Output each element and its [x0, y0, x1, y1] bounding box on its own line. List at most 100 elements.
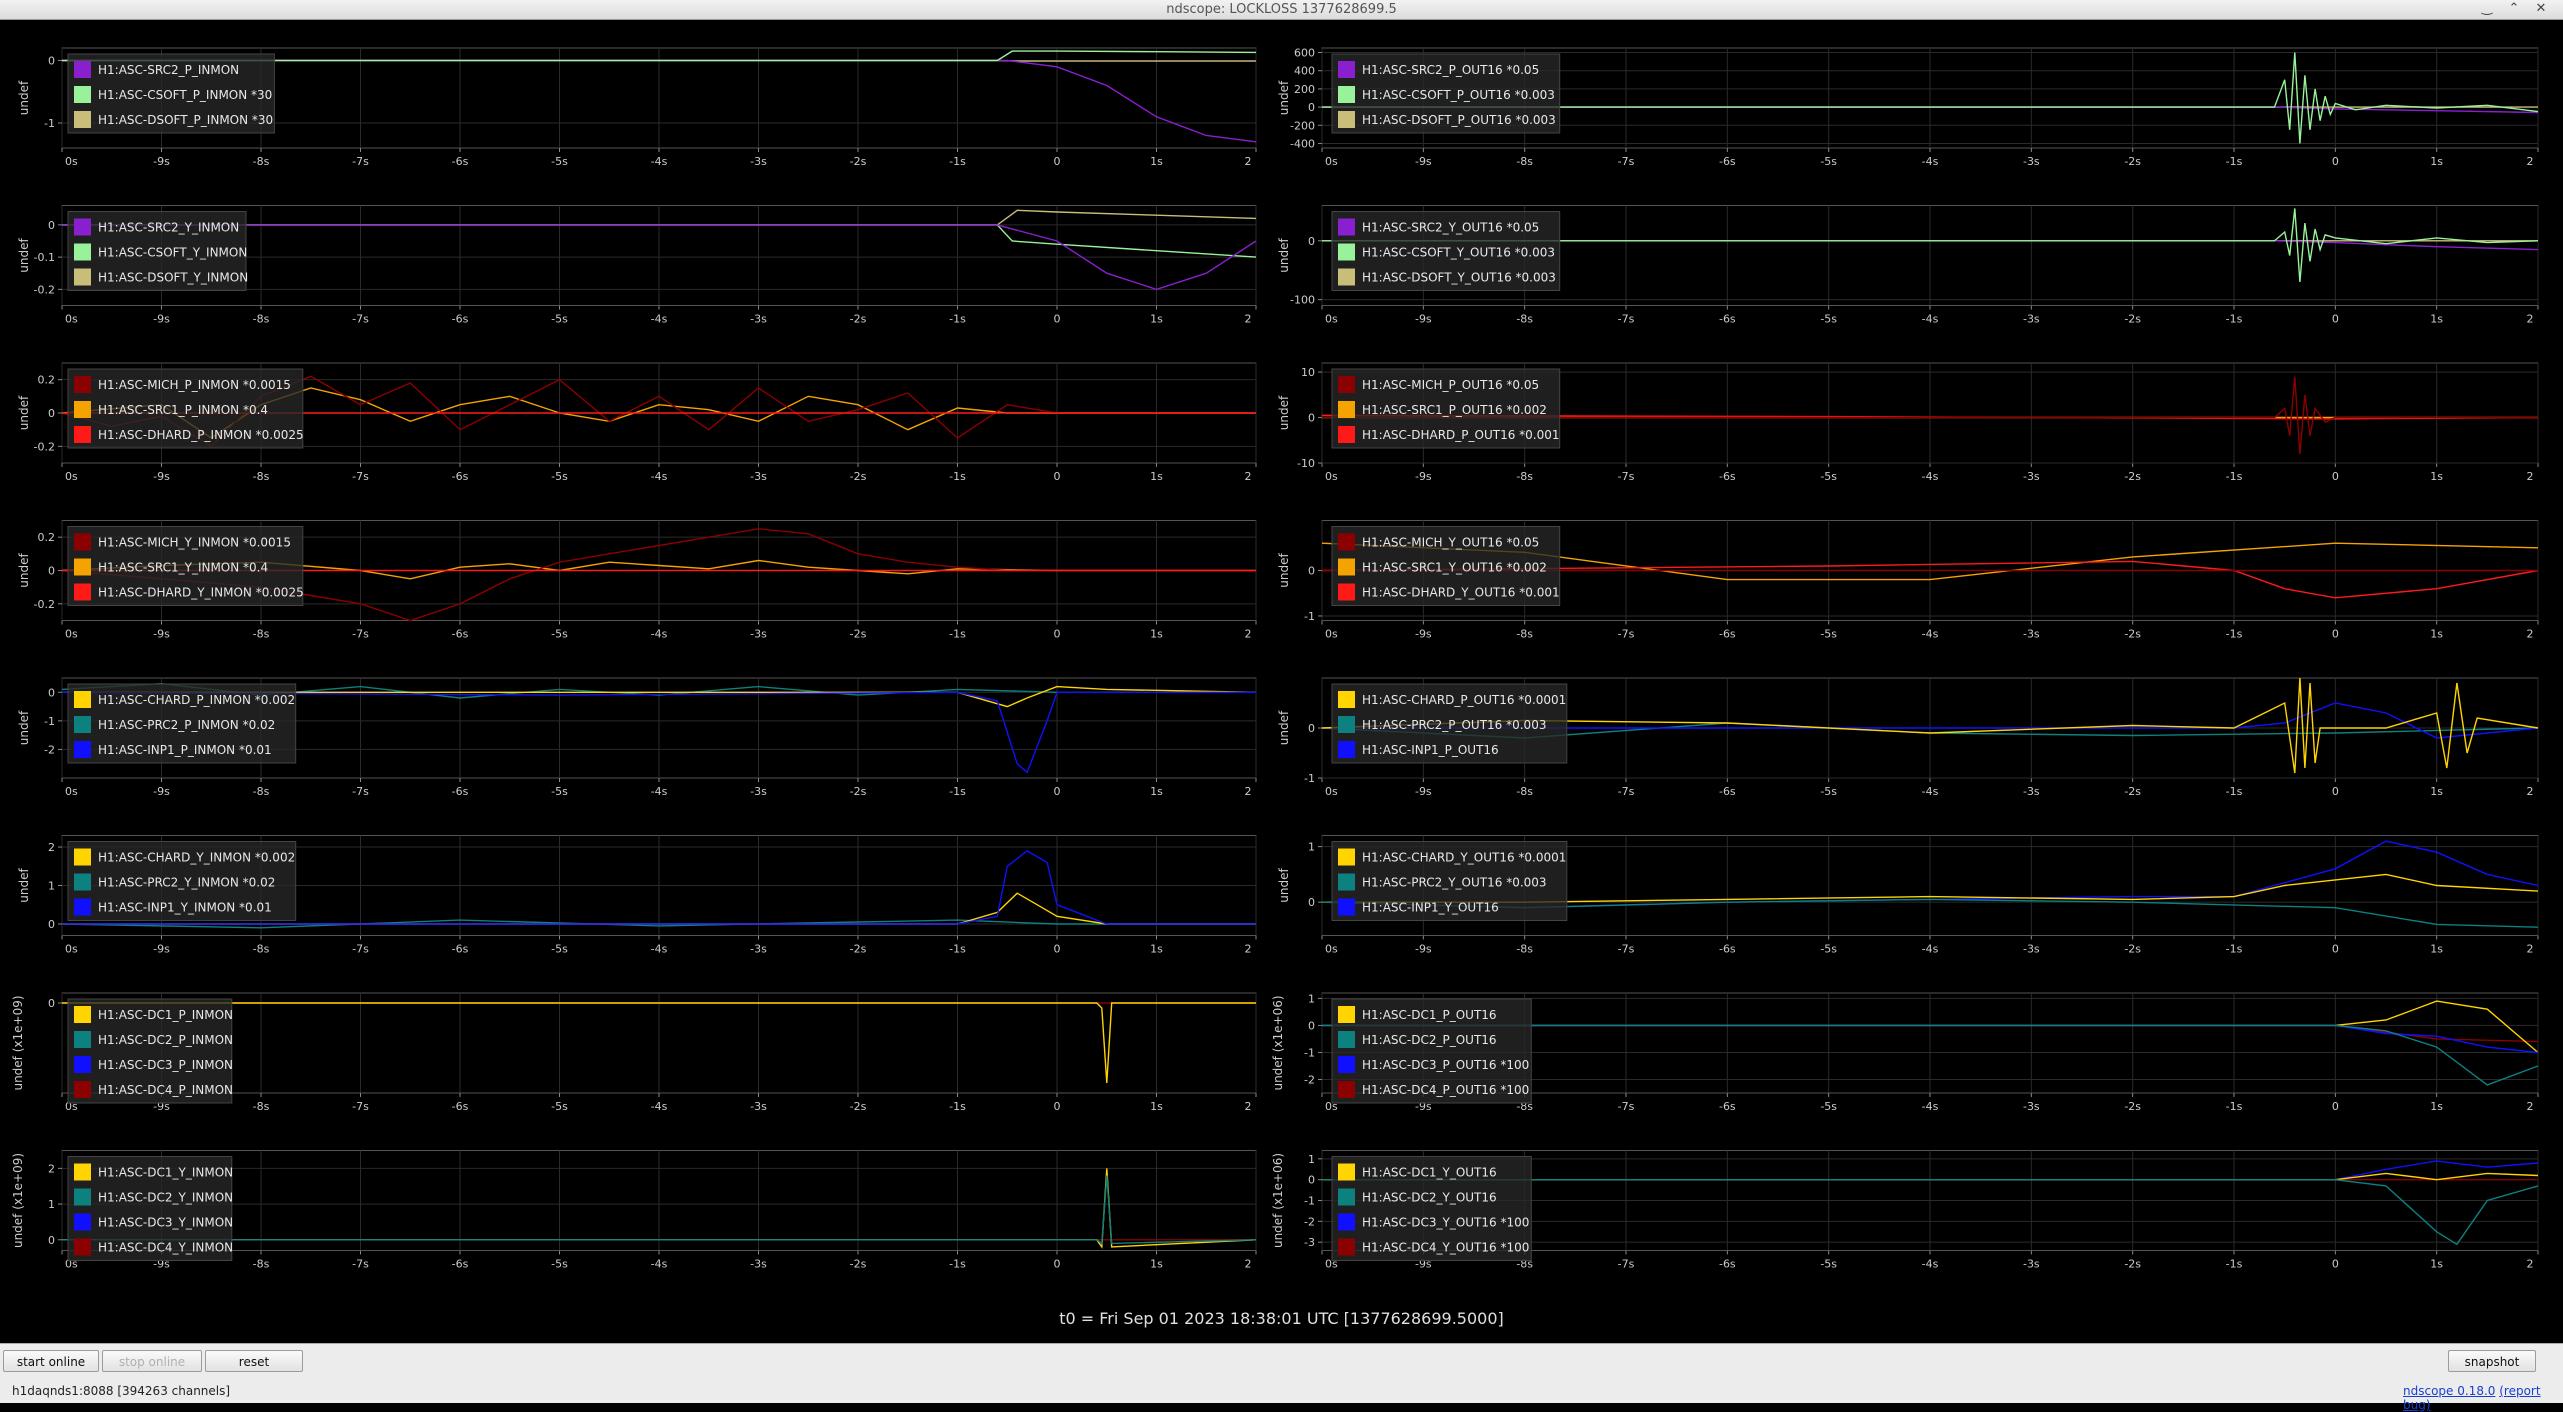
legend-swatch [74, 533, 91, 551]
y-axis-label: undef [1277, 868, 1291, 903]
x-tick-label: 1s [2430, 1100, 2443, 1113]
x-tick-label: 1s [1150, 155, 1163, 168]
x-tick-label: -5s [551, 1100, 568, 1113]
x-tick-label: -1s [2226, 470, 2243, 483]
x-tick-label: -8s [1516, 628, 1533, 641]
x-tick-label: 2 [1245, 313, 1252, 326]
close-icon[interactable]: ✕ [2532, 1, 2550, 17]
x-tick-label: -8s [1516, 943, 1533, 956]
legend-entry: H1:ASC-DSOFT_Y_INMON [98, 271, 248, 285]
x-tick-label: -2s [850, 785, 867, 798]
reset-button[interactable]: reset [205, 1350, 303, 1372]
legend-entry: H1:ASC-SRC2_P_OUT16 *0.05 [1362, 63, 1539, 77]
x-tick-label: -4s [651, 1100, 668, 1113]
scope-panel-5: 0s -9s -8s -7s -6s -5s -4s -3s -2s -1s 0 1s 2 10 0 -10 u… [1277, 362, 2539, 483]
y-tick-label: 0 [48, 55, 55, 68]
x-tick-label: 0 [2332, 785, 2339, 798]
x-tick-label: 0s [1325, 628, 1338, 641]
x-tick-label: -9s [153, 155, 170, 168]
y-axis-label: undef [17, 80, 31, 115]
plot-grid[interactable]: 0s -9s -8s -7s -6s -5s -4s -3s -2s -1s 0 1s 2 0 -1 unde… [0, 20, 2563, 1315]
x-tick-label: -6s [1719, 785, 1736, 798]
x-tick-label: -9s [1415, 628, 1432, 641]
x-tick-label: -3s [2023, 1100, 2040, 1113]
x-tick-label: 2 [2527, 785, 2534, 798]
x-tick-label: 2 [2527, 155, 2534, 168]
x-tick-label: -3s [2023, 470, 2040, 483]
x-tick-label: 0 [1054, 470, 1061, 483]
legend-swatch [74, 426, 91, 443]
x-tick-label: 0s [65, 470, 78, 483]
x-tick-label: -9s [153, 785, 170, 798]
minimize-icon[interactable]: ‿ [2478, 1, 2496, 17]
x-tick-label: -8s [253, 1100, 270, 1113]
legend-swatch [1338, 401, 1355, 418]
x-tick-label: -7s [1618, 470, 1635, 483]
x-tick-label: 1s [2430, 943, 2443, 956]
x-tick-label: -3s [750, 313, 767, 326]
x-tick-label: 0 [1054, 155, 1061, 168]
y-tick-label: -2 [1304, 1073, 1315, 1086]
t0-label: t0 = Fri Sep 01 2023 18:38:01 UTC [13776… [1059, 1309, 1504, 1328]
legend-swatch [1338, 1081, 1355, 1098]
x-tick-label: -5s [551, 1258, 568, 1271]
x-tick-label: -1s [2226, 313, 2243, 326]
x-tick-label: -6s [1719, 470, 1736, 483]
x-tick-label: -4s [651, 155, 668, 168]
legend-swatch [74, 1163, 91, 1181]
legend-swatch [74, 1188, 91, 1206]
legend-entry: H1:ASC-DC3_Y_INMON [98, 1216, 233, 1230]
x-tick-label: -2s [850, 628, 867, 641]
x-tick-label: -2s [2124, 943, 2141, 956]
x-tick-label: 0 [2332, 313, 2339, 326]
snapshot-button[interactable]: snapshot [2448, 1350, 2536, 1372]
legend-swatch [74, 741, 91, 758]
y-tick-label: 0.2 [38, 531, 56, 544]
scope-panel-12: 0s -9s -8s -7s -6s -5s -4s -3s -2s -1s 0 1s 20undef … [11, 992, 1257, 1113]
x-tick-label: 0 [1054, 313, 1061, 326]
x-tick-label: -4s [651, 943, 668, 956]
x-tick-label: -7s [352, 943, 369, 956]
maximize-icon[interactable]: ⌃ [2505, 1, 2523, 17]
x-tick-label: -8s [253, 785, 270, 798]
x-tick-label: -6s [1719, 628, 1736, 641]
x-tick-label: 1s [2430, 785, 2443, 798]
legend-entry: H1:ASC-PRC2_P_INMON *0.02 [98, 718, 275, 732]
y-tick-label: 0 [1308, 412, 1315, 425]
stop-online-button[interactable]: stop online [102, 1350, 202, 1372]
y-tick-label: 2 [48, 1162, 55, 1175]
y-axis-label: undef [17, 868, 31, 903]
y-axis-label: undef [1277, 710, 1291, 745]
y-axis-label: undef (x1e+06) [1271, 995, 1285, 1090]
x-tick-label: 0s [65, 785, 78, 798]
start-online-button[interactable]: start online [3, 1350, 99, 1372]
legend-swatch [1338, 218, 1355, 236]
control-bar: start online stop online reset snapshot … [0, 1343, 2563, 1412]
legend-swatch [1338, 1213, 1355, 1231]
legend-swatch [1338, 268, 1355, 286]
version-link[interactable]: ndscope 0.18.0 [2403, 1384, 2495, 1398]
legend-entry: H1:ASC-MICH_P_OUT16 *0.05 [1362, 378, 1539, 392]
legend-entry: H1:ASC-SRC2_Y_OUT16 *0.05 [1362, 221, 1539, 235]
x-tick-label: -7s [352, 470, 369, 483]
x-tick-label: -6s [1719, 155, 1736, 168]
y-axis-label: undef [1277, 395, 1291, 430]
x-tick-label: 0 [1054, 628, 1061, 641]
x-tick-label: 0 [2332, 155, 2339, 168]
legend-swatch [74, 1081, 91, 1098]
legend-swatch [1338, 1006, 1355, 1023]
x-tick-label: -6s [452, 313, 469, 326]
x-tick-label: -3s [750, 1258, 767, 1271]
x-tick-label: -5s [1820, 470, 1837, 483]
x-tick-label: -8s [1516, 313, 1533, 326]
legend-entry: H1:ASC-DSOFT_P_INMON *30 [98, 113, 273, 127]
x-tick-label: 1s [1150, 943, 1163, 956]
x-tick-label: -5s [1820, 785, 1837, 798]
x-tick-label: -8s [253, 313, 270, 326]
x-tick-label: -4s [1922, 470, 1939, 483]
legend-entry: H1:ASC-DC1_P_OUT16 [1362, 1008, 1497, 1022]
x-tick-label: 0 [2332, 628, 2339, 641]
x-tick-label: -7s [352, 1258, 369, 1271]
x-tick-label: -6s [1719, 313, 1736, 326]
y-tick-label: -400 [1290, 137, 1315, 150]
